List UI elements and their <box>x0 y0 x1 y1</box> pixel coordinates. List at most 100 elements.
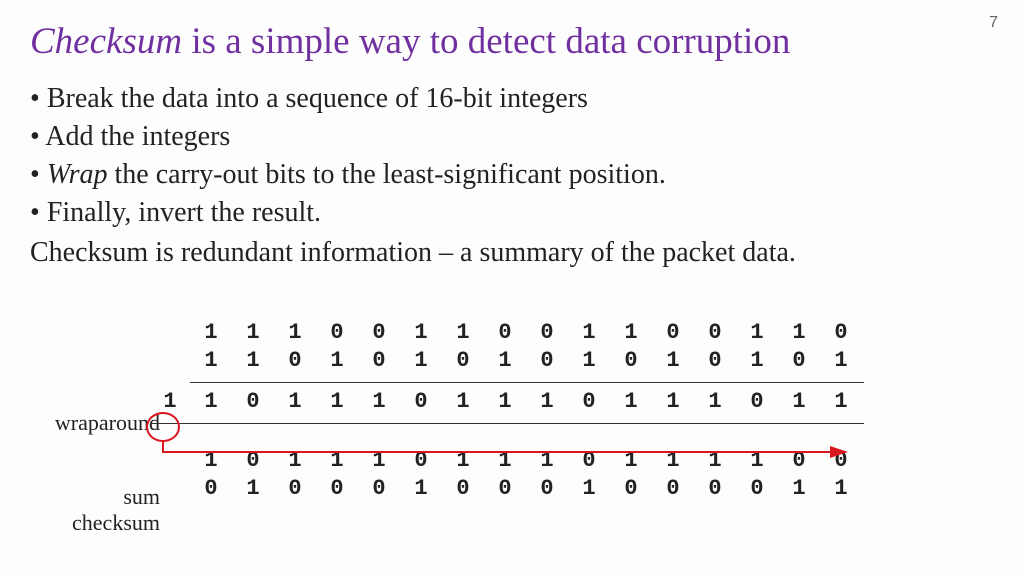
divider-1 <box>190 382 864 383</box>
bit-cell: 1 <box>232 320 274 345</box>
bit-cell: 1 <box>484 348 526 373</box>
bit-cell: 1 <box>778 476 820 501</box>
bit-cell: 0 <box>526 476 568 501</box>
page-number: 7 <box>989 14 998 32</box>
bit-cell: 0 <box>358 476 400 501</box>
bit-cell: 1 <box>778 389 820 414</box>
bullet-list: Break the data into a sequence of 16-bit… <box>0 73 1024 229</box>
bit-cell: 1 <box>442 448 484 473</box>
bit-cell: 0 <box>358 348 400 373</box>
bit-cell: 0 <box>400 389 442 414</box>
bit-cell: 1 <box>274 320 316 345</box>
bit-cell: 0 <box>736 389 778 414</box>
bit-cell: 1 <box>568 348 610 373</box>
bit-cell: 1 <box>316 389 358 414</box>
bit-cell: 1 <box>442 320 484 345</box>
bit-cell: 0 <box>358 320 400 345</box>
bit-cell: 1 <box>694 389 736 414</box>
bit-cell: 0 <box>694 476 736 501</box>
bit-cell: 1 <box>400 348 442 373</box>
bit-cell: 0 <box>232 448 274 473</box>
bit-cell: 0 <box>484 476 526 501</box>
bit-cell: 1 <box>442 389 484 414</box>
bit-cell: 1 <box>568 476 610 501</box>
bit-cell: 1 <box>610 448 652 473</box>
bit-cell: 1 <box>736 320 778 345</box>
bit-cell: 1 <box>652 389 694 414</box>
bit-cell: 0 <box>274 476 316 501</box>
bit-cell: 1 <box>736 348 778 373</box>
bit-cell: 1 <box>190 348 232 373</box>
bit-cell: 1 <box>274 389 316 414</box>
row-operand-b: 1101010101010101 <box>190 348 864 376</box>
bit-cell: 1 <box>400 476 442 501</box>
bit-cell: 1 <box>484 389 526 414</box>
bullet-3-rest: the carry-out bits to the least-signific… <box>108 159 666 190</box>
bullet-3-emph: Wrap <box>47 159 108 190</box>
label-checksum: checksum <box>72 510 160 536</box>
bit-cell: 1 <box>526 448 568 473</box>
bit-cell: 0 <box>484 320 526 345</box>
bit-cell: 1 <box>358 448 400 473</box>
bit-cell: 1 <box>316 448 358 473</box>
bit-cell: 0 <box>442 476 484 501</box>
title-rest: is a simple way to detect data corruptio… <box>182 21 790 62</box>
carry-bit: 1 <box>150 389 190 414</box>
divider-2 <box>150 423 864 424</box>
bit-cell: 0 <box>526 320 568 345</box>
bit-cell: 1 <box>820 389 862 414</box>
bit-cell: 0 <box>694 320 736 345</box>
bullet-2: Add the integers <box>30 121 994 153</box>
label-wraparound: wraparound <box>55 410 160 436</box>
bit-cell: 1 <box>778 320 820 345</box>
bit-cell: 1 <box>190 448 232 473</box>
bit-cell: 0 <box>400 448 442 473</box>
bit-cell: 0 <box>610 476 652 501</box>
row-checksum: 0100010001000011 <box>190 476 864 504</box>
bit-cell: 1 <box>316 348 358 373</box>
bit-cell: 0 <box>232 389 274 414</box>
bit-cell: 1 <box>820 476 862 501</box>
bit-cell: 0 <box>568 389 610 414</box>
bit-cell: 1 <box>274 448 316 473</box>
bit-cell: 1 <box>568 320 610 345</box>
bit-cell: 0 <box>526 348 568 373</box>
bit-cell: 1 <box>484 448 526 473</box>
bits-table: 1110011001100110 1101010101010101 110111… <box>190 320 864 504</box>
bit-cell: 1 <box>190 389 232 414</box>
bit-cell: 1 <box>610 389 652 414</box>
bit-cell: 1 <box>736 448 778 473</box>
bit-cell: 1 <box>190 320 232 345</box>
bit-cell: 1 <box>526 389 568 414</box>
bit-cell: 1 <box>400 320 442 345</box>
row-presum: 11011101110111011 <box>190 389 864 417</box>
bit-cell: 0 <box>274 348 316 373</box>
bit-cell: 1 <box>358 389 400 414</box>
bit-cell: 0 <box>316 476 358 501</box>
slide-title: Checksum is a simple way to detect data … <box>0 0 1024 73</box>
bit-cell: 1 <box>652 348 694 373</box>
bit-cell: 1 <box>232 476 274 501</box>
bullet-1: Break the data into a sequence of 16-bit… <box>30 83 994 115</box>
bit-cell: 1 <box>694 448 736 473</box>
row-operand-a: 1110011001100110 <box>190 320 864 348</box>
bit-cell: 1 <box>232 348 274 373</box>
title-word-checksum: Checksum <box>30 21 182 62</box>
bit-cell: 0 <box>778 348 820 373</box>
summary-text: Checksum is redundant information – a su… <box>30 237 1024 269</box>
bit-cell: 1 <box>652 448 694 473</box>
bit-cell: 0 <box>652 476 694 501</box>
bit-cell: 1 <box>610 320 652 345</box>
bit-cell: 0 <box>610 348 652 373</box>
bit-cell: 0 <box>694 348 736 373</box>
bit-cell: 0 <box>442 348 484 373</box>
row-sum: 1011101110111100 <box>190 448 864 476</box>
bit-cell: 0 <box>190 476 232 501</box>
bit-cell: 1 <box>820 348 862 373</box>
bit-cell: 0 <box>568 448 610 473</box>
bit-cell: 0 <box>736 476 778 501</box>
bit-cell: 0 <box>778 448 820 473</box>
bit-cell: 0 <box>820 320 862 345</box>
bit-cell: 0 <box>316 320 358 345</box>
label-sum: sum <box>123 484 160 510</box>
